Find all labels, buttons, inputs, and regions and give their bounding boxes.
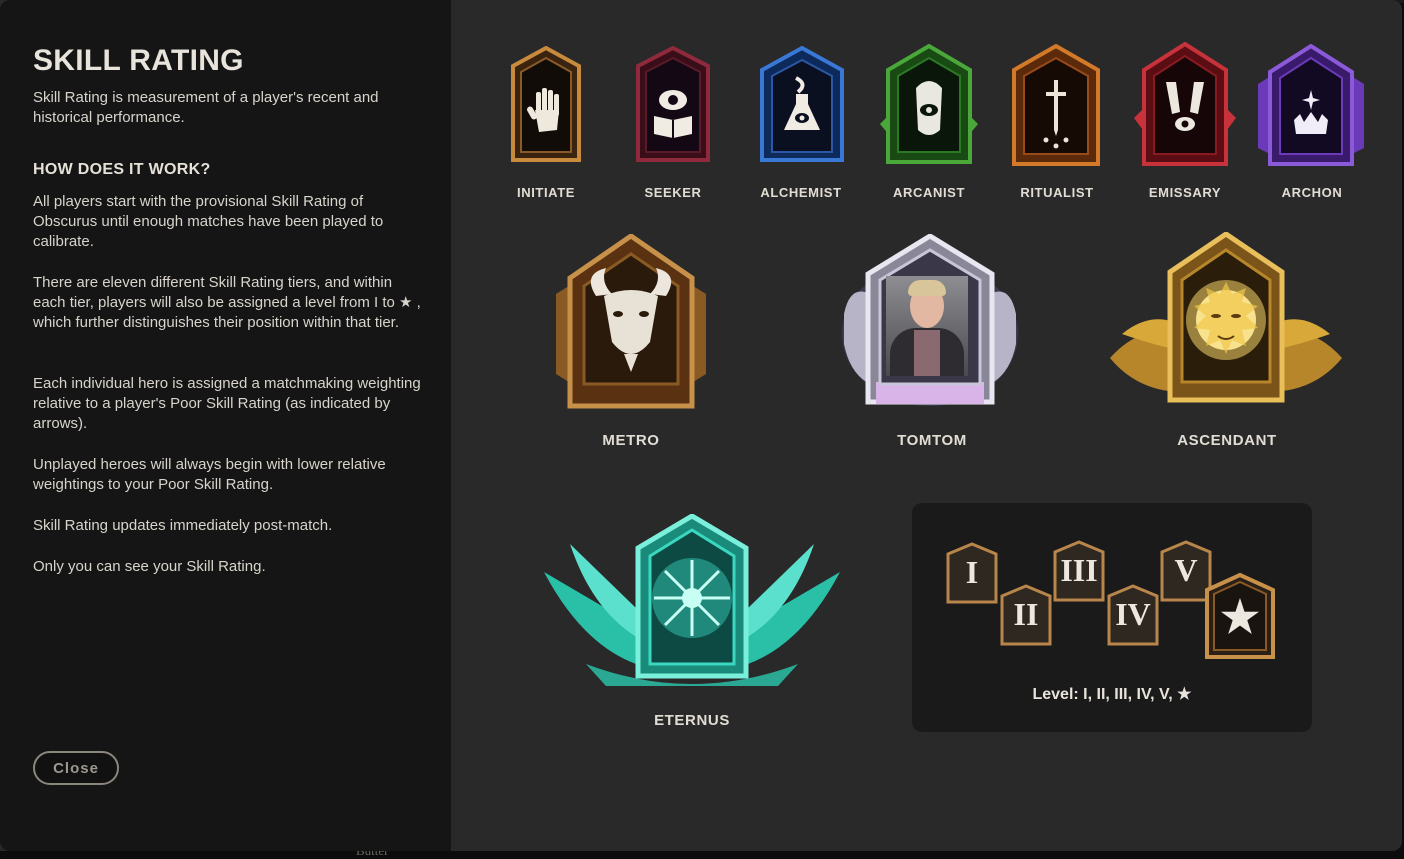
paragraph-5: Skill Rating updates immediately post-ma… [33,517,333,534]
snowflake-icon [544,514,840,686]
crown-icon [1258,44,1364,166]
hand-icon [511,46,581,162]
tier-label-alchemist: ALCHEMIST [760,185,842,200]
intro-text: Skill Rating is measurement of a player'… [33,89,379,127]
info-panel: SKILL RATING Skill Rating is measurement… [0,0,451,851]
eye-hand-icon [880,44,978,164]
archon-badge [1254,44,1368,168]
tier-label-seeker: SEEKER [644,185,702,200]
how-heading: HOW DOES IT WORK? [33,161,211,178]
paragraph-3: Each individual hero is assigned a match… [33,375,421,433]
tier-label-metro: METRO [602,432,660,449]
eye-book-icon [636,46,710,162]
dialog-title: SKILL RATING [33,44,244,77]
level-badge-star: ★ [1204,572,1276,660]
avatar-hair [908,280,946,296]
tier-label-ascendant: ASCENDANT [1177,432,1277,449]
initiate-badge [505,46,587,168]
avatar-photo [886,276,968,376]
tier-label-archon: ARCHON [1281,185,1343,200]
level-badge-iv: IV [1107,584,1159,646]
star-icon: ★ [1220,593,1260,642]
avatar-shirt [914,330,940,376]
paragraph-4: Unplayed heroes will always begin with l… [33,456,386,494]
level-caption: Level: I, II, III, IV, V, ★ [1032,686,1192,703]
tier-label-emissary: EMISSARY [1148,185,1222,200]
goat-icon [556,234,706,409]
tier-label-tomtom: TOMTOM [897,432,967,449]
ascendant-badge [1108,232,1344,408]
tier-label-initiate: INITIATE [517,185,575,200]
metro-badge [556,234,706,410]
paragraph-2: There are eleven different Skill Rating … [33,274,421,332]
tier-label-arcanist: ARCANIST [893,185,965,200]
eternus-badge [542,514,842,690]
sun-face-icon [1110,232,1342,403]
hands-eye-icon [1134,42,1236,166]
emissary-badge [1132,42,1238,168]
dagger-icon [1012,44,1100,166]
tier-label-eternus: ETERNUS [654,712,730,729]
level-badge-iii: III [1053,540,1105,602]
close-button[interactable]: Close [33,751,119,785]
alchemist-badge [756,46,848,168]
ritualist-badge [1008,44,1104,168]
seeker-badge [632,46,714,168]
tier-label-ritualist: RITUALIST [1020,185,1094,200]
flask-icon [760,46,844,162]
paragraph-6: Only you can see your Skill Rating. [33,558,266,575]
paragraph-1: All players start with the provisional S… [33,193,384,251]
level-badge-i: I [946,542,998,604]
arcanist-badge [878,44,980,168]
level-badge-ii: II [1000,584,1052,646]
